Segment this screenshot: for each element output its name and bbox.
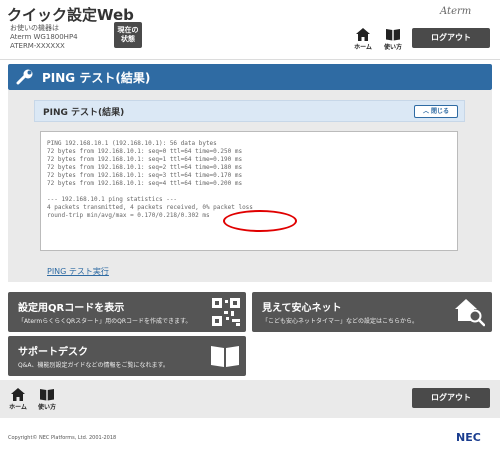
safe-tile-desc: 「こども安心ネットタイマー」などの設定はこちらから。	[262, 318, 419, 325]
ping-line: 72 bytes from 192.168.10.1: seq=1 ttl=64…	[47, 156, 243, 163]
footer-nav-home-label: ホーム	[9, 404, 27, 411]
device-caption: お使いの機器は	[10, 24, 59, 32]
support-tile-desc: Q&A、機能別設定ガイドなどの情報をご覧になれます。	[18, 362, 169, 369]
section-header: PING テスト(結果) ︿ 閉じる	[34, 100, 465, 122]
current-state-label-1: 現在の	[117, 26, 139, 34]
device-info: お使いの機器は Aterm WG1800HP4 ATERM-XXXXXX	[10, 24, 78, 51]
qr-code-tile[interactable]: 設定用QRコードを表示 「AtermらくらくQRスタート」用のQRコードを作成で…	[8, 292, 246, 332]
safe-tile-title: 見えて安心ネット	[262, 303, 342, 314]
footer-nav-help-label: 使い方	[37, 404, 56, 411]
footer-nav-help[interactable]: 使い方	[34, 388, 60, 411]
book-icon	[386, 29, 400, 41]
footer-nav-home[interactable]: ホーム	[6, 388, 30, 411]
footer-logout-button[interactable]: ログアウト	[412, 388, 490, 408]
current-state-label-2: 状態	[121, 35, 135, 43]
nav-help[interactable]: 使い方	[381, 28, 405, 51]
ping-line: 72 bytes from 192.168.10.1: seq=3 ttl=64…	[47, 172, 243, 179]
qr-code-icon	[212, 298, 240, 326]
ping-line: PING 192.168.10.1 (192.168.10.1): 56 dat…	[47, 140, 217, 147]
nav-help-label: 使い方	[383, 44, 402, 51]
home-icon	[11, 388, 25, 401]
header: クイック設定Web お使いの機器は Aterm WG1800HP4 ATERM-…	[0, 0, 500, 60]
support-desk-tile[interactable]: サポートデスク Q&A、機能別設定ガイドなどの情報をご覧になれます。	[8, 336, 246, 376]
ping-line: 72 bytes from 192.168.10.1: seq=0 ttl=64…	[47, 148, 243, 155]
wrench-icon	[16, 69, 33, 85]
ping-line: --- 192.168.10.1 ping statistics ---	[47, 196, 178, 203]
ping-line: 72 bytes from 192.168.10.1: seq=2 ttl=64…	[47, 164, 243, 171]
ping-line: 72 bytes from 192.168.10.1: seq=4 ttl=64…	[47, 180, 243, 187]
safe-net-tile[interactable]: 見えて安心ネット 「こども安心ネットタイマー」などの設定はこちらから。	[252, 292, 492, 332]
close-button[interactable]: ︿ 閉じる	[414, 105, 458, 118]
nav-home[interactable]: ホーム	[352, 28, 374, 51]
aterm-logo: Aterm	[440, 6, 472, 17]
copyright: Copyright© NEC Platforms, Ltd. 2001-2018	[8, 435, 117, 441]
device-ssid: ATERM-XXXXXX	[10, 42, 65, 50]
nav-home-label: ホーム	[354, 44, 372, 51]
ping-result-box: PING 192.168.10.1 (192.168.10.1): 56 dat…	[40, 131, 458, 251]
qr-tile-desc: 「AtermらくらくQRスタート」用のQRコードを作成できます。	[18, 318, 192, 325]
current-state-button[interactable]: 現在の 状態	[114, 22, 142, 48]
book-icon	[211, 346, 239, 367]
qr-tile-title: 設定用QRコードを表示	[18, 303, 125, 314]
book-icon	[40, 389, 54, 401]
logout-button[interactable]: ログアウト	[412, 28, 490, 48]
chevron-up-icon: ︿	[422, 108, 432, 115]
ping-run-link[interactable]: PING テスト実行	[47, 266, 109, 277]
packet-loss-highlight	[223, 210, 297, 232]
device-model: Aterm WG1800HP4	[10, 33, 78, 41]
page-title: PING テスト(結果)	[42, 71, 151, 85]
ping-line	[47, 188, 451, 196]
section-title: PING テスト(結果)	[43, 108, 125, 118]
page-title-bar: PING テスト(結果)	[8, 64, 492, 90]
nec-logo: NEC	[456, 431, 481, 444]
home-search-icon	[455, 299, 485, 327]
support-tile-title: サポートデスク	[18, 347, 88, 358]
close-label: 閉じる	[431, 108, 450, 115]
home-icon	[356, 28, 370, 41]
